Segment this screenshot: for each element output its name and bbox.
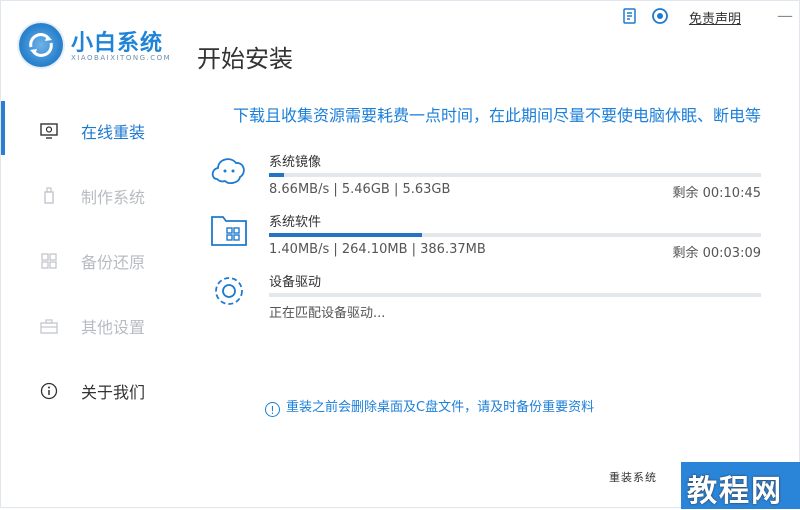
task-name: 系统镜像 (269, 155, 322, 170)
backup-warning: ! 重装之前会删除桌面及C盘文件，请及时备份重要资料 (265, 396, 594, 417)
sidebar-item-label: 备份还原 (81, 253, 146, 272)
sidebar-item-backup-restore[interactable]: 备份还原 (39, 249, 179, 273)
task-system-software: 系统软件 1.40MB/s | 264.10MB | 386.37MB 剩余 0… (209, 211, 769, 271)
progress-track (269, 233, 761, 237)
task-device-driver: 设备驱动 正在匹配设备驱动... (209, 271, 769, 331)
sidebar-item-label: 制作系统 (81, 188, 146, 207)
page-title: 开始安装 (197, 45, 293, 73)
footer-text: 重装系统 (609, 471, 657, 484)
task-name: 系统软件 (269, 215, 322, 230)
feedback-icon[interactable] (621, 7, 639, 25)
sidebar-active-indicator (1, 101, 5, 155)
sidebar-item-make-system[interactable]: 制作系统 (39, 184, 179, 208)
download-notice: 下载且收集资源需要耗费一点时间，在此期间尽量不要使电脑休眠、断电等 (233, 106, 762, 125)
progress-track (269, 173, 761, 177)
task-name: 设备驱动 (269, 275, 322, 290)
gear-icon (209, 271, 249, 311)
task-status: 正在匹配设备驱动... (269, 306, 386, 321)
minimize-button[interactable]: — (777, 6, 793, 25)
info-icon (39, 382, 59, 400)
folder-apps-icon (209, 211, 249, 251)
sidebar-item-online-reinstall[interactable]: 在线重装 (39, 119, 179, 143)
task-speed: 8.66MB/s | 5.46GB | 5.63GB (269, 182, 451, 197)
task-remaining: 剩余 00:10:45 (672, 186, 761, 201)
sidebar-item-label: 在线重装 (81, 123, 146, 142)
task-remaining: 剩余 00:03:09 (672, 246, 761, 261)
sidebar-item-label: 关于我们 (81, 383, 146, 402)
progress-fill (269, 173, 284, 177)
warning-text: 重装之前会删除桌面及C盘文件，请及时备份重要资料 (286, 400, 595, 415)
task-speed: 1.40MB/s | 264.10MB | 386.37MB (269, 242, 486, 257)
cloud-face-icon (209, 151, 249, 191)
usb-icon (39, 187, 59, 205)
brand-subtitle: XIAOBAIXITONG.COM (71, 54, 172, 62)
progress-track (269, 293, 761, 297)
sidebar-item-label: 其他设置 (81, 318, 146, 337)
disclaimer-link[interactable]: 免责声明 (689, 8, 741, 27)
brand-name: 小白系统 (71, 31, 164, 56)
progress-fill (269, 233, 422, 237)
info-icon: ! (265, 402, 280, 417)
monitor-icon (39, 122, 59, 140)
watermark-text: 教程网 (687, 474, 783, 509)
task-system-image: 系统镜像 8.66MB/s | 5.46GB | 5.63GB 剩余 00:10… (209, 151, 769, 211)
support-icon[interactable] (651, 7, 669, 25)
watermark-badge: 教程网 (681, 462, 800, 509)
logo-icon (19, 23, 63, 67)
app-window: 小白系统 XIAOBAIXITONG.COM 开始安装 免责声明 — 在线重装 (0, 0, 800, 509)
sidebar-item-about-us[interactable]: 关于我们 (39, 379, 179, 403)
grid-icon (39, 252, 59, 270)
sidebar-item-other-settings[interactable]: 其他设置 (39, 314, 179, 338)
toolbox-icon (39, 317, 59, 335)
